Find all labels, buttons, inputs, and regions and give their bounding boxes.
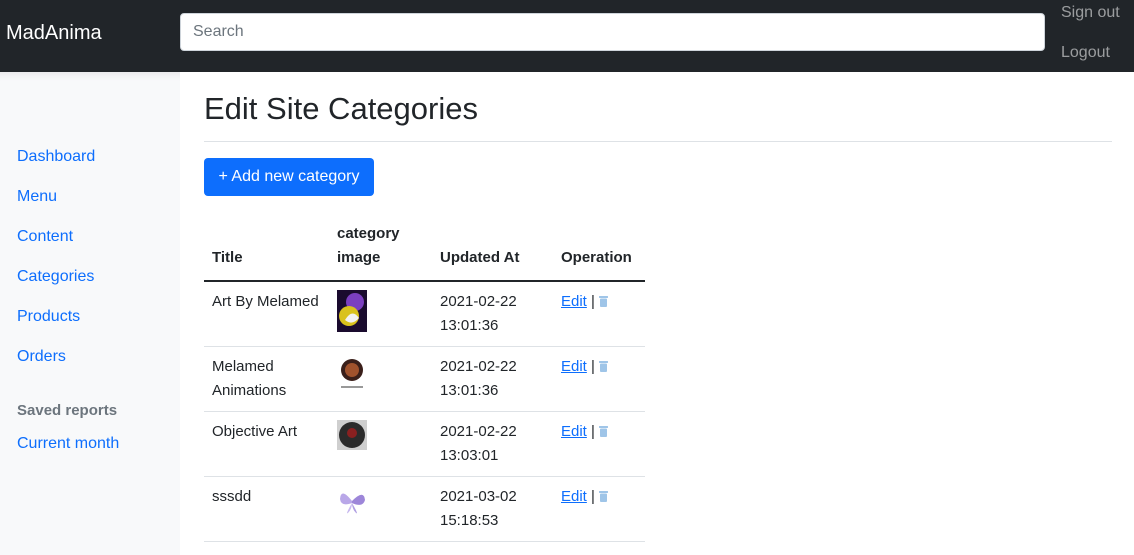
category-title: Art By Melamed	[204, 281, 329, 347]
column-header-operation: Operation	[553, 218, 645, 282]
sidebar-item-menu[interactable]: Menu	[17, 187, 57, 207]
edit-link[interactable]: Edit	[561, 423, 587, 440]
updated-at: 2021-02-22 13:03:01	[432, 411, 553, 477]
sidebar-item-content[interactable]: Content	[17, 227, 73, 247]
round-logo-thumbnail	[337, 354, 367, 397]
column-header-updated: Updated At	[432, 218, 553, 282]
updated-at: 2021-02-22 13:01:36	[432, 346, 553, 412]
brand-logo-text[interactable]: MadAnima	[6, 20, 102, 46]
category-image-cell	[329, 281, 432, 347]
sidebar-item-categories[interactable]: Categories	[17, 267, 94, 287]
table-header-row: Title category image Updated At Operatio…	[204, 218, 645, 282]
operation-cell: Edit |	[553, 476, 645, 542]
edit-link[interactable]: Edit	[561, 488, 587, 505]
updated-at: 2021-03-02 15:18:53	[432, 476, 553, 542]
category-image-cell	[329, 476, 432, 542]
butterfly-thumbnail	[337, 484, 367, 527]
sign-out-link[interactable]: Sign out	[1061, 3, 1120, 23]
table-row: Objective Art 2021-02-22 13:03:01 Edit |	[204, 411, 645, 477]
trash-icon[interactable]	[599, 425, 609, 437]
operation-cell: Edit |	[553, 281, 645, 347]
updated-at: 2021-02-22 13:01:36	[432, 281, 553, 347]
trash-icon[interactable]	[599, 490, 609, 502]
column-header-title: Title	[204, 218, 329, 282]
sidebar-item-current-month[interactable]: Current month	[17, 434, 119, 454]
top-navbar: MadAnima Sign out Logout	[0, 0, 1134, 72]
table-row: sssdd 2021-03-02 15:18:53 Edit |	[204, 476, 645, 542]
add-category-button[interactable]: + Add new category	[204, 158, 374, 196]
separator: |	[591, 357, 595, 375]
operation-cell: Edit |	[553, 346, 645, 412]
category-image-cell	[329, 346, 432, 412]
category-title: sssdd	[204, 476, 329, 542]
separator: |	[591, 422, 595, 440]
sidebar: Dashboard Menu Content Categories Produc…	[0, 72, 180, 555]
page-title: Edit Site Categories	[204, 91, 478, 126]
dark-orb-thumbnail	[337, 419, 367, 462]
edit-link[interactable]: Edit	[561, 358, 587, 375]
search-input[interactable]	[180, 13, 1045, 51]
purple-yellow-art-thumbnail	[337, 290, 367, 332]
category-title: Melamed Animations	[204, 346, 329, 412]
sidebar-item-dashboard[interactable]: Dashboard	[17, 147, 95, 167]
sidebar-item-orders[interactable]: Orders	[17, 347, 66, 367]
title-divider	[204, 141, 1112, 142]
trash-icon[interactable]	[599, 360, 609, 372]
operation-cell: Edit |	[553, 411, 645, 477]
table-row: Melamed Animations 2021-02-22 13:01:36 E…	[204, 346, 645, 412]
category-image-cell	[329, 411, 432, 477]
column-header-image: category image	[329, 218, 432, 282]
logout-link[interactable]: Logout	[1061, 43, 1110, 63]
main-content: Edit Site Categories + Add new category …	[180, 72, 1134, 555]
category-title: Objective Art	[204, 411, 329, 477]
sidebar-item-products[interactable]: Products	[17, 307, 80, 327]
edit-link[interactable]: Edit	[561, 293, 587, 310]
trash-icon[interactable]	[599, 296, 609, 307]
table-row: Art By Melamed 2021-02-22 13:01:36 Edit …	[204, 281, 645, 347]
categories-table: Title category image Updated At Operatio…	[204, 218, 645, 542]
saved-reports-heading: Saved reports	[17, 402, 118, 419]
separator: |	[591, 293, 595, 310]
separator: |	[591, 487, 595, 505]
